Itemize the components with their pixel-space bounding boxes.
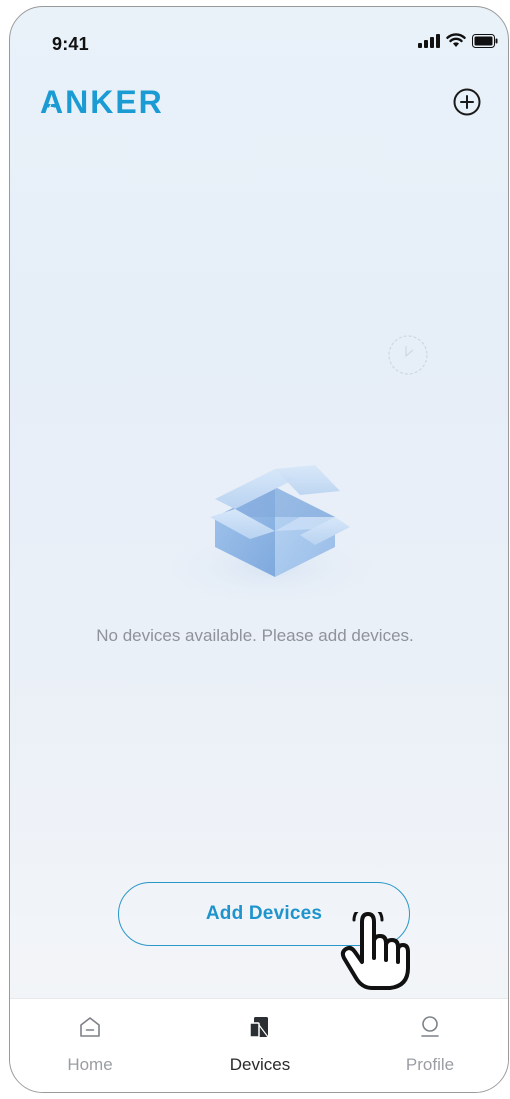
tab-home[interactable]: Home [10,999,170,1092]
plus-circle-icon [452,87,482,122]
tab-devices[interactable]: Devices [180,999,340,1092]
profile-icon [418,1015,442,1044]
status-bar: 9:41 [10,7,508,67]
wifi-icon [446,33,466,53]
tab-profile[interactable]: Profile [350,999,508,1092]
anker-logo: ANKER [40,84,190,126]
tab-devices-label: Devices [229,1055,291,1074]
tab-home-label: Home [67,1055,113,1074]
status-icons [418,33,498,53]
home-icon [78,1015,102,1044]
app-header: ANKER [10,77,508,137]
add-device-icon-button[interactable] [450,87,484,121]
tab-profile-label: Profile [405,1055,455,1074]
empty-state-message: No devices available. Please add devices… [96,626,414,645]
battery-icon [472,33,498,53]
signal-icon [418,33,440,53]
svg-text:ANKER: ANKER [40,85,164,120]
add-devices-label: Add Devices [205,903,323,924]
status-time: 9:41 [52,34,89,54]
open-box-icon [150,447,390,607]
phone-frame: 9:41 ANKER No devices available. Please … [9,6,509,1093]
devices-icon [248,1015,272,1044]
clock-decoration-icon [386,333,430,382]
bottom-tab-bar: Home Devices Profile [10,998,508,1092]
hand-pointer-icon [340,904,410,997]
